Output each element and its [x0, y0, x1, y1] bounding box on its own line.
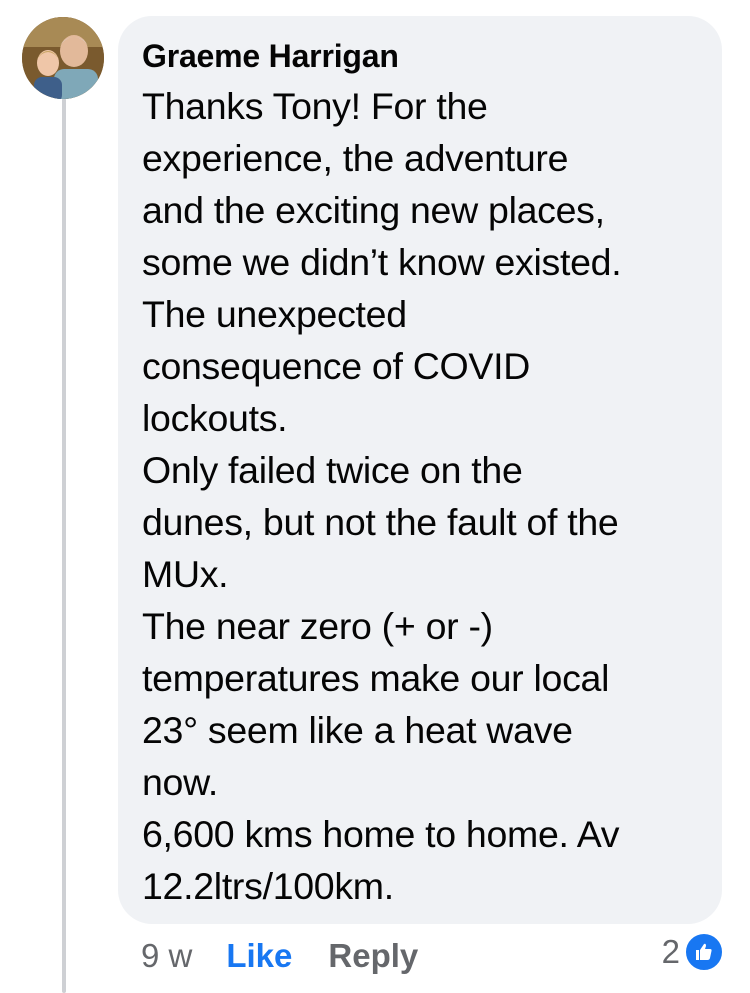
comment-text-line: and the exciting new places, — [142, 189, 605, 231]
comment-text-line: experience, the adventure — [142, 137, 569, 179]
avatar-photo-icon — [22, 17, 104, 99]
reaction-count: 2 — [661, 933, 680, 970]
reaction-summary[interactable]: 2 — [662, 932, 724, 972]
comment-text-line: 23° seem like a heat wave — [142, 709, 573, 751]
comment-text-line: 6,600 kms home to home. Av — [142, 813, 620, 855]
comment-text-line: The unexpected — [142, 293, 407, 335]
comment-text-line: The near zero (+ or -) — [142, 605, 493, 647]
comment-timestamp[interactable]: 9 w — [141, 937, 192, 975]
like-button[interactable]: Like — [226, 937, 292, 975]
comment-text-line: 12.2ltrs/100km. — [142, 865, 394, 907]
comment-text-line: some we didn’t know existed. — [142, 241, 622, 283]
comment-text-line: Thanks Tony! For the — [142, 85, 488, 127]
comment-text: Thanks Tony! For the experience, the adv… — [142, 80, 698, 912]
comment-text-line: temperatures make our local — [142, 657, 610, 699]
comment-bubble: Graeme Harrigan Thanks Tony! For the exp… — [118, 16, 722, 924]
thread-line — [62, 98, 66, 993]
thumbs-up-icon — [684, 932, 724, 972]
comment-text-line: lockouts. — [142, 397, 288, 439]
reply-button[interactable]: Reply — [328, 937, 418, 975]
comment-actions: 9 w Like Reply — [141, 934, 418, 978]
comment-text-line: dunes, but not the fault of the — [142, 501, 619, 543]
comment-text-line: Only failed twice on the — [142, 449, 523, 491]
avatar[interactable] — [22, 17, 104, 99]
comment-author[interactable]: Graeme Harrigan — [142, 36, 698, 76]
comment-text-line: MUx. — [142, 553, 229, 595]
comment-text-line: consequence of COVID — [142, 345, 530, 387]
comment-text-line: now. — [142, 761, 218, 803]
